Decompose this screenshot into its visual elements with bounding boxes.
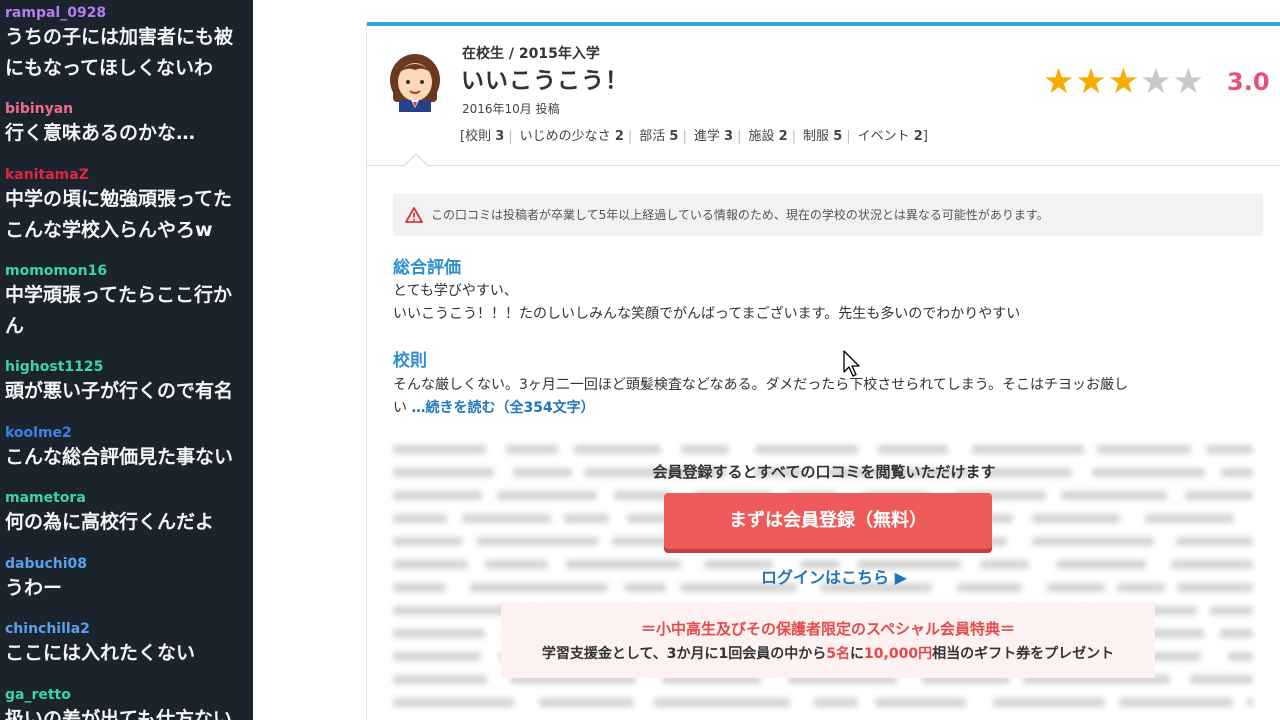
category-item: イベント 2 [858, 125, 923, 144]
section-heading-overall: 総合評価 [393, 258, 461, 278]
body-line: いいこうこう！！！たのしいしみんな笑顔でがんばってまございます。先生も多いのでわ… [393, 306, 1021, 322]
chat-text: ん [5, 315, 25, 337]
category-label: 部活 [639, 129, 666, 144]
category-label: 校則 [465, 129, 492, 144]
chat-message: highost1125 頭が悪い子が行くので有名 [5, 358, 253, 407]
student-avatar-icon [390, 54, 440, 112]
category-score: 2 [614, 129, 624, 144]
mouse-cursor-icon [843, 350, 860, 377]
warning-icon [405, 207, 423, 223]
section-body-rules: そんな厳しくない。3ヶ月二一回ほど頭髪検査などなある。ダメだったら下校させられて… [393, 374, 1128, 420]
body-line: い …続きを読む（全354文字） [393, 400, 595, 416]
category-label: 進学 [693, 129, 720, 144]
category-item: 施設 2 | [748, 129, 797, 144]
chat-message: ga_retto 扱いの差が出ても仕方ない [5, 686, 253, 720]
rating-score: 3.0 [1227, 68, 1270, 96]
member-cta-message: 会員登録するとすべての口コミを閲覧いただけます [652, 463, 996, 481]
category-scores: [校則 3 | いじめの少なさ 2 | 部活 5 | 進学 3 | 施設 2 | 制服 5 | イベント… [460, 125, 928, 144]
category-score: 3 [724, 129, 734, 144]
chat-username[interactable]: highost1125 [5, 358, 253, 376]
category-label: 施設 [748, 129, 775, 144]
category-item: 部活 5 | [639, 129, 687, 144]
body-line: とても学びやすい、 [393, 283, 518, 299]
read-more-link[interactable]: …続きを読む（全354文字） [411, 400, 594, 416]
chat-text: 何の為に高校行くんだよ [5, 511, 215, 533]
chat-message: kanitamaZ 中学の頃に勉強頑張ってた こんな学校入らんやろw [5, 166, 253, 246]
chat-panel: rampal_0928 うちの子には加害者にも被 にもなってほしくないわ bib… [0, 0, 253, 720]
category-score: 2 [778, 129, 788, 144]
chat-message: koolme2 こんな総合評価見た事ない [5, 424, 253, 473]
category-score: 2 [913, 129, 923, 144]
chat-text: こんな学校入らんやろw [5, 219, 213, 241]
chat-text: 頭が悪い子が行くので有名 [5, 380, 234, 402]
category-item: 制服 5 | [803, 129, 851, 144]
chat-text: ここには入れたくない [5, 642, 196, 664]
star-empty-icon: ★ [1172, 62, 1204, 102]
chat-text: 行く意味あるのかな… [5, 122, 196, 144]
section-heading-rules: 校則 [393, 351, 427, 371]
chat-text: 扱いの差が出ても仕方ない [5, 708, 233, 720]
register-button[interactable]: まずは会員登録（無料） [664, 493, 992, 549]
category-item: 進学 3 | [693, 129, 742, 144]
chat-username[interactable]: chinchilla2 [5, 620, 253, 638]
category-item: いじめの少なさ 2 | [519, 129, 633, 144]
review-card: 在校生 / 2015年入学 いいこうこう！ 2016年10月 投稿 [校則 3 |… [366, 22, 1280, 720]
chat-text: うわー [5, 577, 63, 599]
chat-username[interactable]: rampal_0928 [5, 4, 253, 22]
chat-text: うちの子には加害者にも被 [5, 26, 234, 48]
section-body-overall: とても学びやすい、 いいこうこう！！！たのしいしみんな笑顔でがんばってまございま… [393, 280, 1020, 326]
chat-username[interactable]: dabuchi08 [5, 555, 253, 573]
category-item: 校則 3 | [465, 129, 513, 144]
promo-box: ＝小中高生及びその保護者限定のスペシャル会員特典＝ 学習支援金として、3か月に1… [501, 602, 1155, 678]
star-filled-icon: ★ [1043, 62, 1075, 102]
chat-text: こんな総合評価見た事ない [5, 446, 234, 468]
chat-message: chinchilla2 ここには入れたくない [5, 620, 253, 669]
star-filled-icon: ★ [1107, 62, 1140, 102]
chat-username[interactable]: mametora [5, 489, 253, 507]
review-title: いいこうこう！ [461, 68, 629, 94]
post-date: 2016年10月 投稿 [462, 102, 560, 116]
star-empty-icon: ★ [1140, 62, 1172, 102]
chat-username[interactable]: kanitamaZ [5, 166, 253, 184]
chat-text: 中学頑張ってたらここ行か [5, 284, 233, 306]
chat-message: mametora 何の為に高校行くんだよ [5, 489, 253, 538]
category-score: 3 [495, 129, 505, 144]
chat-username[interactable]: ga_retto [5, 686, 253, 704]
chat-username[interactable]: koolme2 [5, 424, 253, 442]
bracket-close: ] [922, 129, 928, 144]
login-link[interactable]: ログインはこちら ▶ [761, 564, 907, 588]
chat-username[interactable]: momomon16 [5, 262, 253, 280]
reviewer-role: 在校生 / 2015年入学 [462, 46, 600, 62]
promo-text: 学習支援金として、3か月に1回会員の中から5名に10,000円相当のギフト券をプ… [541, 646, 1115, 662]
chat-message: momomon16 中学頑張ってたらここ行か ん [5, 262, 253, 342]
category-label: 制服 [803, 129, 830, 144]
category-label: いじめの少なさ [519, 129, 611, 144]
header-divider [367, 165, 1280, 166]
category-score: 5 [833, 129, 843, 144]
promo-heading: ＝小中高生及びその保護者限定のスペシャル会員特典＝ [641, 620, 1015, 638]
star-rating: ★★★★★ [1043, 62, 1205, 102]
body-line: そんな厳しくない。3ヶ月二一回ほど頭髪検査などなある。ダメだったら下校させられて… [393, 377, 1128, 393]
star-filled-icon: ★ [1075, 62, 1107, 102]
card-accent-bar [367, 22, 1280, 26]
chat-username[interactable]: bibinyan [5, 100, 253, 118]
chat-message: rampal_0928 うちの子には加害者にも被 にもなってほしくないわ [5, 4, 253, 84]
outdated-warning: この口コミは投稿者が卒業して5年以上経過している情報のため、現在の学校の状況とは… [393, 194, 1263, 236]
chat-text: 中学の頃に勉強頑張ってた [5, 188, 233, 210]
warning-text: この口コミは投稿者が卒業して5年以上経過している情報のため、現在の学校の状況とは… [431, 208, 1049, 222]
category-score: 5 [669, 129, 679, 144]
chat-text: にもなってほしくないわ [5, 57, 214, 79]
chat-message: bibinyan 行く意味あるのかな… [5, 100, 253, 149]
chat-message: dabuchi08 うわー [5, 555, 253, 604]
category-label: イベント [857, 129, 910, 144]
